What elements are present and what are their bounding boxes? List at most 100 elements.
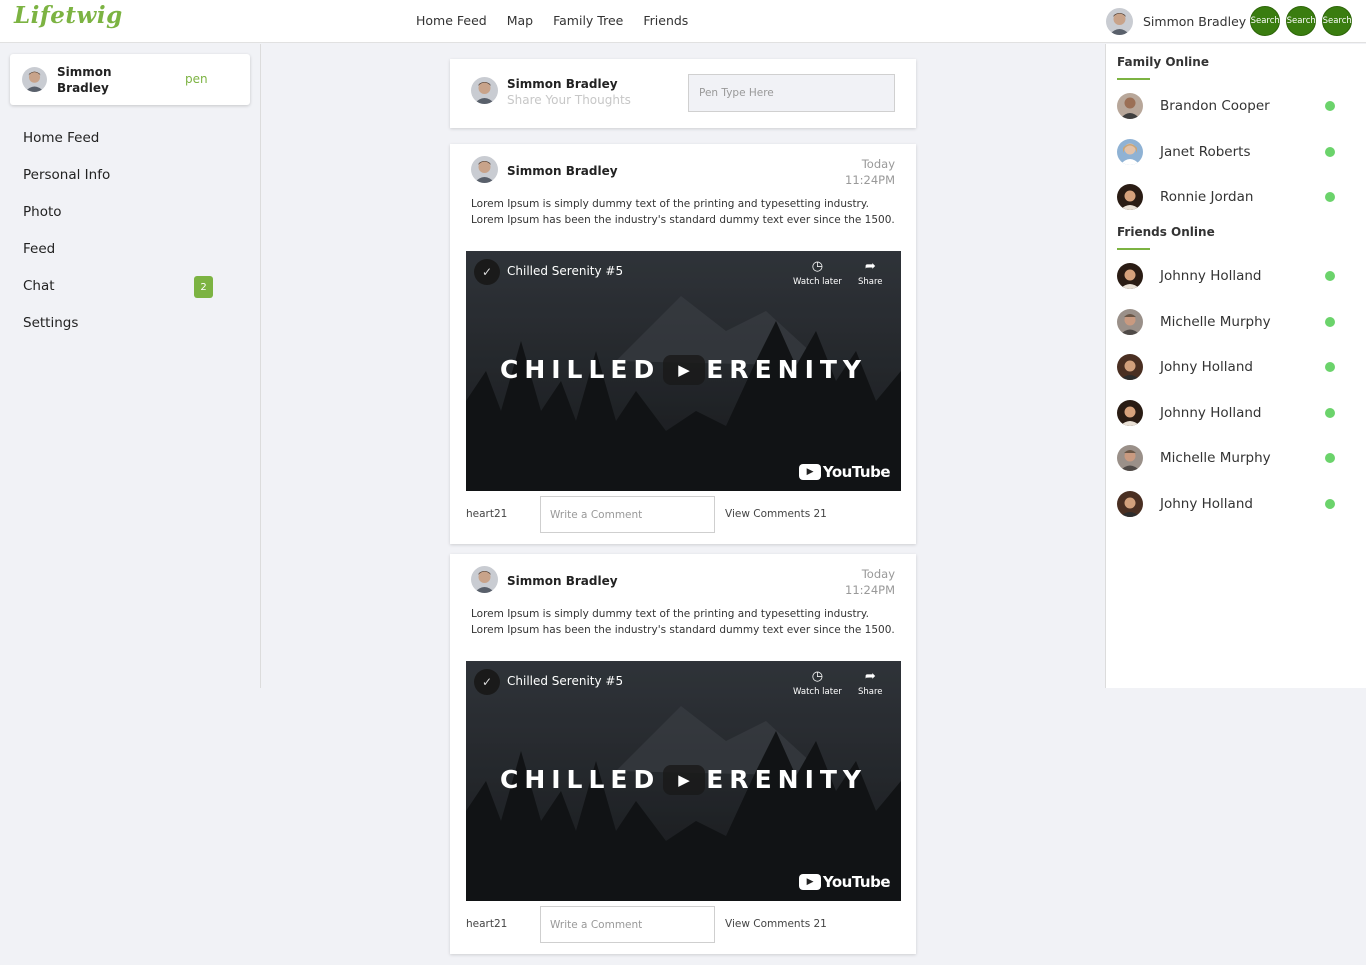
post-author-avatar[interactable] — [471, 156, 498, 183]
post-composer: Simmon Bradley Share Your Thoughts — [450, 59, 916, 128]
post-day: Today — [861, 157, 895, 171]
video-title[interactable]: Chilled Serenity #5 — [507, 674, 623, 688]
friend-name: Johnny Holland — [1160, 405, 1262, 421]
friend-avatar — [1117, 445, 1143, 471]
app-logo[interactable]: Lifetwig — [14, 2, 123, 29]
comment-input[interactable] — [540, 906, 715, 943]
sidebar-item-settings[interactable]: Settings — [23, 315, 213, 352]
friend-avatar — [1117, 184, 1143, 210]
friend-row[interactable]: Michelle Murphy — [1117, 309, 1342, 335]
share-icon: ➦ — [864, 669, 876, 684]
video-embed[interactable]: ✓ Chilled Serenity #5 ◷ Watch later ➦ Sh… — [466, 251, 901, 491]
post-card: Simmon Bradley Today 11:24PM Lorem Ipsum… — [450, 144, 916, 544]
composer-avatar — [471, 77, 498, 104]
top-user-menu: Simmon Bradley Search Search Search — [1106, 6, 1353, 36]
share-label: Share — [858, 687, 883, 697]
composer-subtitle: Share Your Thoughts — [507, 93, 631, 107]
post-text-line: Lorem Ipsum has been the industry's stan… — [471, 624, 895, 636]
friend-avatar — [1117, 491, 1143, 517]
post-time: 11:24PM — [845, 173, 895, 187]
friend-name: Brandon Cooper — [1160, 98, 1270, 114]
search-button-2[interactable]: Search — [1286, 6, 1317, 36]
view-comments-link[interactable]: View Comments 21 — [725, 508, 827, 520]
friend-row[interactable]: Johny Holland — [1117, 354, 1342, 380]
watch-later-button[interactable]: ◷ Watch later — [793, 259, 842, 287]
nav-family-tree[interactable]: Family Tree — [553, 13, 623, 28]
friend-avatar — [1117, 263, 1143, 289]
online-status-icon — [1325, 362, 1335, 372]
composer-name: Simmon Bradley — [507, 77, 618, 91]
comment-input[interactable] — [540, 496, 715, 533]
nav-map[interactable]: Map — [507, 13, 533, 28]
profile-avatar — [22, 67, 47, 92]
heart-count[interactable]: heart21 — [466, 918, 507, 930]
profile-card[interactable]: Simmon Bradley pen — [10, 54, 250, 105]
video-title[interactable]: Chilled Serenity #5 — [507, 264, 623, 278]
nav-home-feed[interactable]: Home Feed — [416, 13, 487, 28]
search-button-1[interactable]: Search — [1250, 6, 1281, 36]
channel-logo-icon[interactable]: ✓ — [474, 669, 500, 695]
sidebar-item-feed[interactable]: Feed — [23, 241, 213, 278]
video-embed[interactable]: ✓ Chilled Serenity #5 ◷ Watch later ➦ Sh… — [466, 661, 901, 901]
friend-name: Johnny Holland — [1160, 268, 1262, 284]
view-comments-link[interactable]: View Comments 21 — [725, 918, 827, 930]
clock-icon: ◷ — [811, 669, 824, 684]
friend-row[interactable]: Michelle Murphy — [1117, 445, 1342, 471]
play-button-icon[interactable]: ▶ — [663, 765, 705, 795]
friend-name: Michelle Murphy — [1160, 450, 1271, 466]
online-status-icon — [1325, 408, 1335, 418]
user-avatar[interactable] — [1106, 7, 1133, 35]
sidebar-item-home-feed[interactable]: Home Feed — [23, 130, 213, 167]
composer-input[interactable] — [688, 74, 895, 112]
top-navbar: Lifetwig Home Feed Map Family Tree Frien… — [0, 0, 1366, 43]
post-time: 11:24PM — [845, 583, 895, 597]
online-status-icon — [1325, 499, 1335, 509]
share-button[interactable]: ➦ Share — [858, 669, 883, 697]
heart-count[interactable]: heart21 — [466, 508, 507, 520]
video-overlay-left: CHILLED — [499, 355, 661, 384]
heading-underline — [1117, 78, 1150, 80]
post-text: Lorem Ipsum is simply dummy text of the … — [471, 606, 901, 638]
friends-online-heading: Friends Online — [1117, 225, 1215, 239]
watch-later-label: Watch later — [793, 687, 842, 697]
search-button-3[interactable]: Search — [1322, 6, 1353, 36]
friend-row[interactable]: Johnny Holland — [1117, 400, 1342, 426]
friend-name: Johny Holland — [1160, 496, 1253, 512]
family-member-row[interactable]: Brandon Cooper — [1117, 93, 1342, 119]
post-card: Simmon Bradley Today 11:24PM Lorem Ipsum… — [450, 554, 916, 954]
online-status-icon — [1325, 271, 1335, 281]
post-text-line: Lorem Ipsum has been the industry's stan… — [471, 214, 895, 226]
channel-logo-icon[interactable]: ✓ — [474, 259, 500, 285]
post-author-name[interactable]: Simmon Bradley — [507, 164, 618, 178]
side-menu: Home Feed Personal Info Photo Feed Chat … — [23, 130, 213, 352]
sidebar-item-personal-info[interactable]: Personal Info — [23, 167, 213, 204]
watch-later-label: Watch later — [793, 277, 842, 287]
sidebar-item-chat[interactable]: Chat — [23, 278, 213, 315]
friend-avatar — [1117, 354, 1143, 380]
online-status-icon — [1325, 317, 1335, 327]
family-member-row[interactable]: Janet Roberts — [1117, 139, 1342, 165]
nav-friends[interactable]: Friends — [643, 13, 688, 28]
friend-name: Michelle Murphy — [1160, 314, 1271, 330]
play-button-icon[interactable]: ▶ — [663, 355, 705, 385]
friend-row[interactable]: Johnny Holland — [1117, 263, 1342, 289]
left-sidebar: Simmon Bradley pen Home Feed Personal In… — [0, 44, 261, 688]
sidebar-item-photo[interactable]: Photo — [23, 204, 213, 241]
youtube-logo[interactable]: ▶ YouTube — [798, 873, 891, 891]
watch-later-button[interactable]: ◷ Watch later — [793, 669, 842, 697]
pen-link[interactable]: pen — [185, 72, 208, 86]
youtube-logo[interactable]: ▶ YouTube — [798, 463, 891, 481]
share-button[interactable]: ➦ Share — [858, 259, 883, 287]
online-status-icon — [1325, 453, 1335, 463]
video-overlay-right: ERENITY — [706, 765, 868, 794]
post-author-avatar[interactable] — [471, 566, 498, 593]
friend-name: Johny Holland — [1160, 359, 1253, 375]
family-member-row[interactable]: Ronnie Jordan — [1117, 184, 1342, 210]
youtube-play-icon: ▶ — [798, 464, 821, 480]
post-author-name[interactable]: Simmon Bradley — [507, 574, 618, 588]
user-name[interactable]: Simmon Bradley — [1143, 14, 1246, 29]
youtube-brand: YouTube — [822, 463, 891, 481]
family-online-heading: Family Online — [1117, 55, 1209, 69]
friend-row[interactable]: Johny Holland — [1117, 491, 1342, 517]
online-status-icon — [1325, 192, 1335, 202]
